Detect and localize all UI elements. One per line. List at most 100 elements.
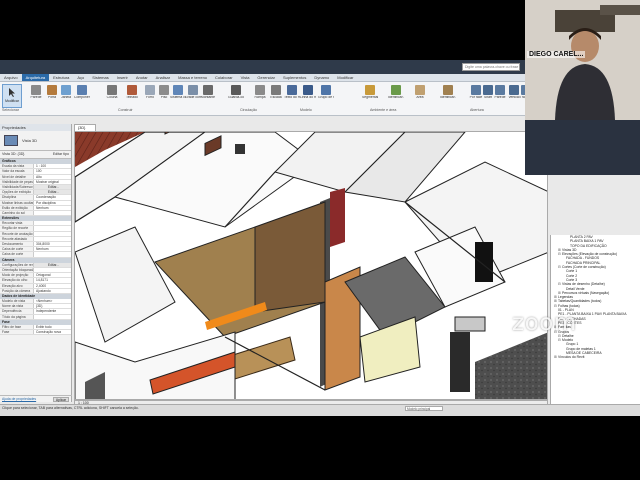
tool-icon <box>31 85 41 95</box>
property-value[interactable] <box>33 231 71 236</box>
tool-icon <box>303 85 313 95</box>
property-value[interactable]: Por disciplina <box>33 200 71 205</box>
property-value[interactable] <box>33 252 71 257</box>
ribbon-tab[interactable]: Gerenciar <box>253 74 279 81</box>
ribbon-tab[interactable]: Vista <box>237 74 254 81</box>
ribbon-tab[interactable]: Massa e terreno <box>174 74 211 81</box>
property-value[interactable]: 1 : 100 <box>33 164 71 169</box>
ribbon-button[interactable]: Rampa <box>252 84 268 106</box>
ribbon-tab[interactable]: Analisar <box>152 74 174 81</box>
properties-title: Propriedades <box>0 124 71 131</box>
modify-label: Modificar <box>5 99 19 103</box>
ribbon-tab[interactable]: Estrutura <box>49 74 73 81</box>
ribbon-tab[interactable]: Anotar <box>132 74 152 81</box>
property-edit-button[interactable]: Editar... <box>33 190 71 195</box>
ribbon-tab[interactable]: Arquivo <box>0 74 22 81</box>
modify-button[interactable]: Modificar <box>2 84 22 108</box>
property-value[interactable]: 14,8171 <box>33 278 71 283</box>
ribbon-panel-label: Modelo <box>300 108 312 112</box>
property-key: Valor da escala <box>2 169 25 174</box>
property-value[interactable] <box>33 210 71 216</box>
properties-help-link[interactable]: Ajuda de propriedades <box>2 396 36 402</box>
ribbon-button[interactable]: Sistema cortina <box>170 84 186 106</box>
wall <box>75 226 176 343</box>
type-selector[interactable]: Vista 3D <box>0 131 71 151</box>
ribbon-button[interactable]: Grupo de modelos <box>318 84 334 106</box>
property-value[interactable] <box>33 314 71 319</box>
title-bar: Digite uma palavra-chave ou frase <box>0 60 525 74</box>
property-value[interactable]: Ortogonal <box>33 273 71 278</box>
ribbon-tab[interactable]: Modificar <box>333 74 357 81</box>
ribbon-tab[interactable]: Dynamo <box>310 74 333 81</box>
instance-selector[interactable]: Vista 3D: {3D} Editar tipo <box>0 151 71 159</box>
edit-type-button[interactable]: Editar tipo <box>53 152 69 156</box>
property-key: Recortar vista <box>2 221 23 226</box>
ribbon-button[interactable]: Grade cortina <box>185 84 201 106</box>
property-value[interactable] <box>33 221 71 226</box>
ribbon-tab[interactable]: Colaborar <box>211 74 237 81</box>
3d-view-icon <box>4 135 18 146</box>
property-value[interactable]: 100 <box>33 169 71 174</box>
property-value[interactable]: <Nenhum> <box>33 299 71 304</box>
tool-icon <box>77 85 87 95</box>
ribbon-tab[interactable]: Suplementos <box>279 74 310 81</box>
ribbon-button[interactable]: Escada <box>268 84 284 106</box>
ribbon-button[interactable]: Texto do modelo <box>284 84 300 106</box>
property-value[interactable]: Alto <box>33 174 71 179</box>
property-edit-button[interactable]: Editar... <box>33 184 71 190</box>
property-value[interactable]: 2,4000 <box>33 283 71 288</box>
tool-icon <box>127 85 137 95</box>
ribbon-button[interactable]: Janela <box>58 84 74 106</box>
participant-name: DIEGO CAREL... <box>527 51 586 58</box>
property-value[interactable]: Coordenação <box>33 195 71 200</box>
ribbon-tab[interactable]: Inserir <box>113 74 132 81</box>
ribbon-button-label: Guarda-corpo <box>228 96 244 99</box>
property-value[interactable]: Ajustando <box>33 288 71 293</box>
property-value[interactable]: Mostrar original <box>33 179 71 184</box>
ribbon-tab[interactable]: Sistemas <box>88 74 112 81</box>
property-value[interactable]: Nenhum <box>33 205 71 210</box>
property-key: Posição da câmera <box>2 288 31 293</box>
property-value[interactable]: {3D} <box>33 304 71 309</box>
stone-floor <box>475 332 547 399</box>
ribbon-button[interactable]: Identificar ambiente <box>388 84 404 106</box>
ribbon-button[interactable]: Montante <box>200 84 216 106</box>
ribbon-button[interactable]: Identificar área <box>440 84 456 106</box>
ribbon-tab[interactable]: Arquitetura <box>21 74 50 81</box>
property-key: Dependência <box>2 309 22 314</box>
type-name: Vista 3D <box>22 138 38 143</box>
property-key: Mostrar linhas ocultas <box>2 200 33 205</box>
tool-icon <box>255 85 265 95</box>
3d-viewport[interactable] <box>74 131 548 400</box>
property-key: Nível de detalhe <box>2 174 26 179</box>
property-value[interactable]: Nenhum <box>33 247 71 252</box>
browser-item[interactable]: ⊞Vínculos do Revit <box>551 355 640 359</box>
tool-icon <box>287 85 297 95</box>
ribbon-button[interactable]: Componente <box>74 84 90 106</box>
ribbon-button[interactable]: Linha do modelo <box>300 84 316 106</box>
ribbon-button[interactable]: Coluna <box>104 84 120 106</box>
property-edit-button[interactable]: Editar... <box>33 262 71 267</box>
property-value[interactable]: Construção nova <box>33 330 71 335</box>
property-value[interactable] <box>33 267 71 273</box>
property-key: Modo de projeção <box>2 273 29 278</box>
property-value[interactable]: Exibir tudo <box>33 325 71 330</box>
view-tab-3d[interactable]: {3D} <box>74 124 96 131</box>
ribbon-button[interactable]: Parede <box>28 84 44 106</box>
search-input[interactable]: Digite uma palavra-chave ou frase <box>462 63 520 71</box>
property-value[interactable]: 304,8000 <box>33 242 71 247</box>
ribbon-button-label: Parede <box>30 96 42 99</box>
ribbon-button[interactable]: Guarda-corpo <box>228 84 244 106</box>
ribbon-button[interactable]: Telhado <box>124 84 140 106</box>
ribbon-button[interactable]: Segmentar ambiente <box>362 84 378 106</box>
property-key: Escala da vista <box>2 164 25 169</box>
property-key: Região de recorte <box>2 226 29 231</box>
ribbon-tab[interactable]: Aço <box>73 74 88 81</box>
property-value[interactable]: Independente <box>33 309 71 314</box>
ribbon-button[interactable]: Área <box>412 84 428 106</box>
property-value[interactable] <box>33 236 71 241</box>
property-key: Nome da vista <box>2 304 24 309</box>
property-value[interactable] <box>33 226 71 231</box>
model-selector[interactable]: Modelo principal <box>405 406 443 411</box>
apply-button[interactable]: Aplicar <box>53 397 69 402</box>
